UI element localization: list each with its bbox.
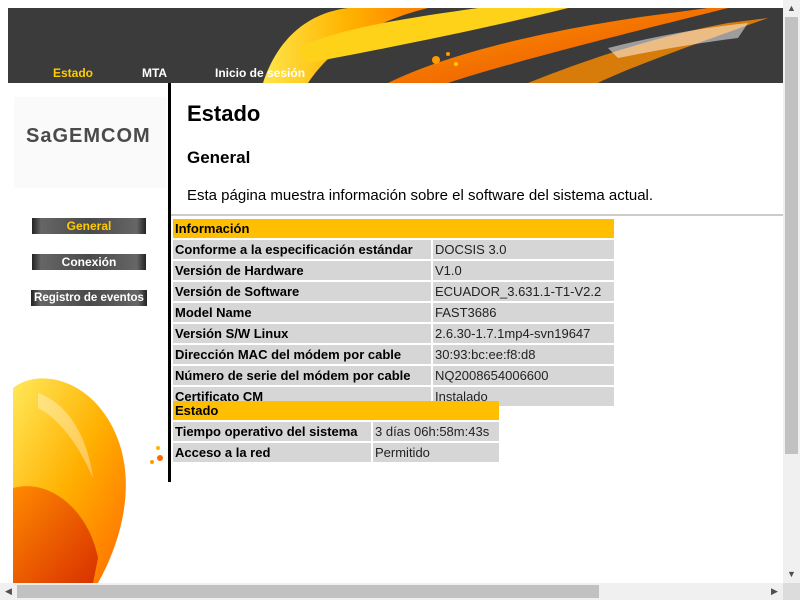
vertical-scroll-thumb[interactable]	[785, 17, 798, 454]
row-label: Tiempo operativo del sistema	[173, 422, 371, 441]
table-row: Model Name FAST3686	[173, 303, 614, 322]
table-row: Versión S/W Linux 2.6.30-1.7.1mp4-svn1964…	[173, 324, 614, 343]
page-title: Estado	[187, 101, 261, 126]
nav-item-mta[interactable]: MTA	[142, 66, 167, 80]
table-row: Acceso a la red Permitido	[173, 443, 499, 462]
row-value: 3 días 06h:58m:43s	[373, 422, 499, 441]
row-label: Model Name	[173, 303, 431, 322]
brand-logo-box: SaGEMCOM	[14, 97, 166, 188]
row-value: NQ2008654006600	[433, 366, 614, 385]
row-label: Acceso a la red	[173, 443, 371, 462]
row-value: Permitido	[373, 443, 499, 462]
horizontal-scroll-thumb[interactable]	[17, 585, 599, 598]
table-row: Versión de Hardware V1.0	[173, 261, 614, 280]
scrollbar-corner	[783, 583, 800, 600]
page-description: Esta página muestra información sobre el…	[187, 187, 654, 204]
scroll-right-icon[interactable]: ▶	[766, 583, 783, 600]
row-label: Versión de Software	[173, 282, 431, 301]
sidebar-item-general[interactable]: General	[32, 218, 146, 234]
row-label: Versión S/W Linux	[173, 324, 431, 343]
brand-logo: SaGEMCOM	[26, 125, 151, 147]
info-table-header: Información	[173, 219, 614, 238]
nav-item-estado[interactable]: Estado	[53, 66, 93, 80]
scroll-down-icon[interactable]: ▼	[783, 566, 800, 583]
top-nav: Estado MTA Inicio de sesión	[8, 64, 783, 83]
sidebar-item-registro-de-eventos[interactable]: Registro de eventos	[31, 290, 147, 306]
section-title: General	[187, 148, 251, 167]
scroll-left-icon[interactable]: ◀	[0, 583, 17, 600]
estado-table-header: Estado	[173, 401, 499, 420]
info-table: Información Conforme a la especificación…	[171, 217, 616, 408]
row-label: Conforme a la especificación estándar	[173, 240, 431, 259]
row-value: V1.0	[433, 261, 614, 280]
row-label: Número de serie del módem por cable	[173, 366, 431, 385]
page-viewport: Estado MTA Inicio de sesión SaGEMCOM Gen…	[0, 0, 783, 583]
sidebar-item-conexion[interactable]: Conexión	[32, 254, 146, 270]
table-row: Tiempo operativo del sistema 3 días 06h:5…	[173, 422, 499, 441]
table-header-row: Estado	[173, 401, 499, 420]
table-row: Versión de Software ECUADOR_3.631.1-T1-V2…	[173, 282, 614, 301]
row-value: DOCSIS 3.0	[433, 240, 614, 259]
table-row: Dirección MAC del módem por cable 30:93:b…	[173, 345, 614, 364]
divider	[171, 214, 783, 216]
estado-table: Estado Tiempo operativo del sistema 3 día…	[171, 399, 501, 464]
nav-item-inicio-de-sesion[interactable]: Inicio de sesión	[215, 66, 305, 80]
scroll-up-icon[interactable]: ▲	[783, 0, 800, 17]
row-value: FAST3686	[433, 303, 614, 322]
flame-side-decoration	[13, 378, 163, 583]
row-label: Versión de Hardware	[173, 261, 431, 280]
table-row: Conforme a la especificación estándar DOC…	[173, 240, 614, 259]
row-value: 30:93:bc:ee:f8:d8	[433, 345, 614, 364]
row-value: 2.6.30-1.7.1mp4-svn19647	[433, 324, 614, 343]
row-label: Dirección MAC del módem por cable	[173, 345, 431, 364]
table-row: Número de serie del módem por cable NQ200…	[173, 366, 614, 385]
table-header-row: Información	[173, 219, 614, 238]
row-value: ECUADOR_3.631.1-T1-V2.2	[433, 282, 614, 301]
